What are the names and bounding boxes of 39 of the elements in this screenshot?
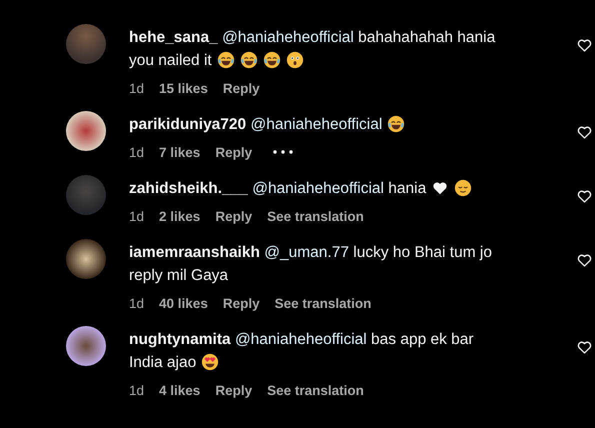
- comment-time: 1d: [129, 80, 144, 96]
- comment-time: 1d: [129, 382, 144, 398]
- like-heart-icon[interactable]: [577, 253, 592, 267]
- likes-link[interactable]: 4 likes: [159, 382, 200, 398]
- avatar-photo-placeholder[interactable]: [66, 111, 106, 151]
- likes-link[interactable]: 7 likes: [159, 144, 200, 160]
- see-translation-link[interactable]: See translation: [274, 296, 372, 310]
- heart-eyes-face-icon: [201, 353, 220, 371]
- avatar-photo-placeholder[interactable]: [66, 239, 106, 279]
- reply-link[interactable]: Reply: [215, 208, 252, 224]
- avatar-photo-placeholder[interactable]: [66, 326, 106, 366]
- reply-link[interactable]: Reply: [222, 80, 260, 96]
- comment-time: 1d: [129, 208, 144, 224]
- laughing-face-icon: [387, 115, 406, 133]
- reply-link[interactable]: Reply: [215, 144, 252, 160]
- surprised-face-icon: [286, 51, 304, 69]
- see-translation-link[interactable]: See translation: [267, 382, 364, 398]
- like-heart-icon[interactable]: [577, 38, 592, 52]
- likes-link[interactable]: 40 likes: [159, 296, 208, 310]
- likes-link[interactable]: 15 likes: [159, 80, 208, 96]
- comment-text: nughtynamita @haniaheheofficial bas app ek bar India ajao: [129, 330, 475, 373]
- comment-time: 1d: [129, 296, 144, 310]
- relieved-face-icon: [454, 179, 472, 197]
- reply-link[interactable]: Reply: [222, 296, 260, 310]
- see-translation-link[interactable]: See translation: [267, 208, 364, 224]
- comment-text: zahidsheikh.___ @haniaheheofficial hania: [129, 177, 497, 200]
- like-heart-icon[interactable]: [577, 340, 592, 354]
- like-heart-icon[interactable]: [577, 189, 592, 203]
- comment-text: parikiduniya720 @haniaheheofficial: [129, 113, 497, 136]
- reply-link[interactable]: Reply: [215, 382, 252, 398]
- comment-time: 1d: [129, 144, 144, 160]
- likes-link[interactable]: 2 likes: [159, 208, 200, 224]
- like-heart-icon[interactable]: [577, 125, 592, 139]
- comment-text: iamemraanshaikh @_uman.77 lucky ho Bhai tum jo reply mil Gaya: [129, 243, 493, 286]
- laughing-face-icon: [216, 51, 235, 69]
- comment-text: hehe_sana_ @haniaheheofficial bahahahahah hania you nailed it: [129, 28, 496, 71]
- more-options-icon[interactable]: [273, 150, 294, 154]
- laughing-face-icon: [240, 51, 258, 69]
- laughing-face-icon: [262, 51, 281, 69]
